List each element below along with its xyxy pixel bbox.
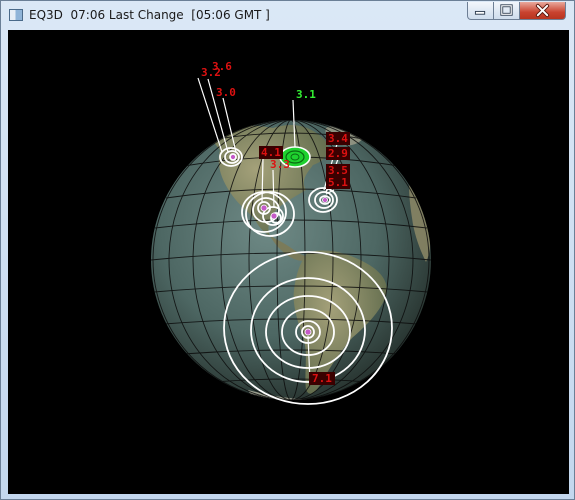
label-5-1: 5.1 xyxy=(328,176,348,189)
label-2-9: 2.9 xyxy=(328,147,348,160)
minimize-button[interactable] xyxy=(467,2,494,20)
label-3-4: 3.4 xyxy=(328,132,348,145)
close-button[interactable] xyxy=(520,2,566,20)
minimize-icon xyxy=(474,10,486,15)
maximize-icon xyxy=(500,4,513,16)
app-icon xyxy=(9,9,23,21)
title-bar[interactable]: EQ3D 07:06 Last Change [05:06 GMT ] xyxy=(1,1,574,31)
app-window: EQ3D 07:06 Last Change [05:06 GMT ] 3.6 … xyxy=(0,0,575,500)
label-3-0: 3.0 xyxy=(216,86,236,99)
globe-viewport[interactable]: 3.6 3.2 3.0 3.1 3.4 2.9 3.5 5.1 4.1 3.3 … xyxy=(8,30,569,494)
close-icon xyxy=(535,3,550,18)
window-title: EQ3D 07:06 Last Change [05:06 GMT ] xyxy=(29,8,270,22)
label-3-2: 3.2 xyxy=(201,66,221,79)
globe-canvas[interactable]: 3.6 3.2 3.0 3.1 3.4 2.9 3.5 5.1 4.1 3.3 … xyxy=(8,30,569,494)
maximize-button[interactable] xyxy=(494,2,520,20)
label-3-3: 3.3 xyxy=(270,158,290,171)
label-3-1: 3.1 xyxy=(296,88,316,101)
label-7-1: 7.1 xyxy=(312,372,332,385)
